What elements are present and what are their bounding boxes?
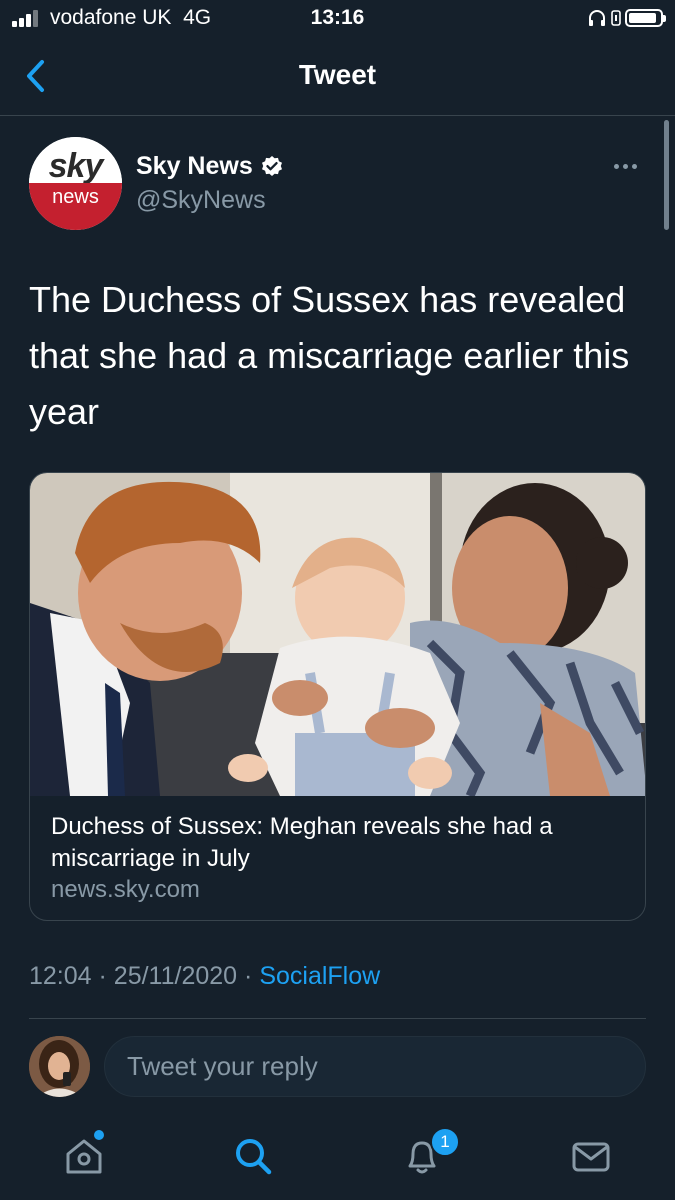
scroll-indicator[interactable] (664, 120, 669, 230)
search-icon (236, 1139, 272, 1175)
notification-badge: 1 (430, 1127, 460, 1157)
link-card[interactable]: Duchess of Sussex: Meghan reveals she ha… (29, 472, 646, 921)
orientation-lock-icon (611, 10, 621, 26)
avatar-logo-text-bottom: news (52, 186, 99, 208)
headphones-icon (589, 10, 605, 26)
tab-search[interactable] (231, 1134, 275, 1178)
mail-icon (572, 1142, 610, 1172)
card-title: Duchess of Sussex: Meghan reveals she ha… (51, 813, 553, 872)
more-dot (632, 163, 637, 169)
more-dot (623, 163, 628, 169)
status-bar: vodafone UK 4G 13:16 (0, 0, 675, 40)
meta-separator: · (98, 962, 107, 990)
new-content-dot (94, 1130, 104, 1140)
reply-input[interactable]: Tweet your reply (104, 1036, 646, 1097)
author-name-text: Sky News (136, 152, 253, 180)
meta-separator: · (244, 962, 253, 990)
nav-bar: Tweet (0, 40, 675, 116)
tweet-text: The Duchess of Sussex has revealed that … (29, 279, 630, 432)
card-image (30, 473, 645, 796)
more-dot (614, 163, 619, 169)
battery-fill (629, 13, 656, 23)
tweet-meta: 12:04 · 25/11/2020 · SocialFlow (29, 962, 380, 991)
user-avatar-photo (29, 1036, 90, 1097)
sky-logo-top: sky (29, 137, 122, 183)
tab-home[interactable] (62, 1134, 106, 1178)
author-avatar[interactable]: sky news (29, 137, 122, 230)
royal-family-photo (30, 473, 645, 796)
sky-logo-bottom: news (29, 183, 122, 230)
tweet-date: 25/11/2020 (113, 962, 238, 990)
more-options-button[interactable] (614, 156, 644, 176)
status-icons (587, 8, 666, 28)
avatar-logo-text-top: sky (48, 147, 104, 185)
tab-bar (0, 1110, 675, 1200)
user-avatar[interactable] (29, 1036, 90, 1097)
tweet-time: 12:04 (29, 962, 92, 990)
card-domain: news.sky.com (51, 876, 200, 903)
author-name[interactable]: Sky News (136, 152, 284, 181)
tab-messages[interactable] (569, 1134, 613, 1178)
author-handle[interactable]: @SkyNews (136, 186, 266, 215)
verified-badge-icon (261, 155, 282, 176)
tweet-source-link[interactable]: SocialFlow (259, 962, 380, 990)
battery-icon (625, 9, 666, 27)
page-title: Tweet (298, 59, 377, 90)
status-clock: 13:16 (310, 6, 365, 29)
home-icon (66, 1139, 102, 1174)
divider (29, 1018, 646, 1019)
